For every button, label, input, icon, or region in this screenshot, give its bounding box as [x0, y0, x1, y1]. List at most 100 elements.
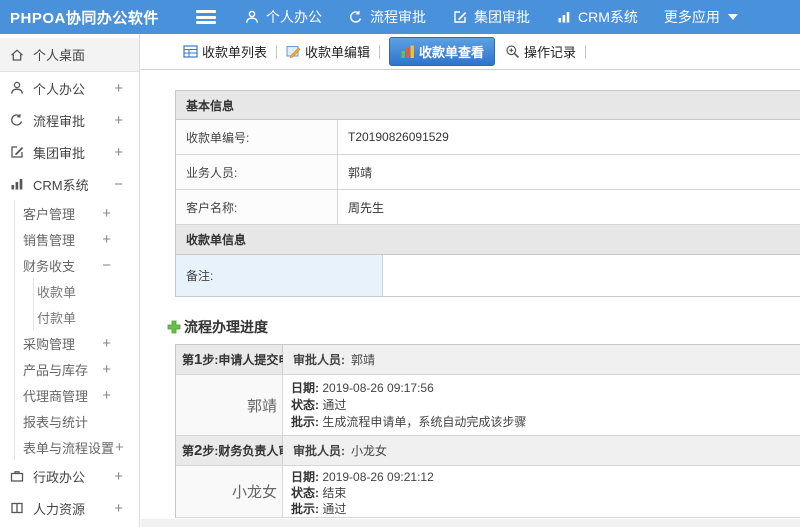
approver-name: 郭靖 — [351, 353, 376, 367]
sidebar-item-form-process-settings[interactable]: 表单与流程设置 + — [15, 434, 139, 460]
sidebar-item-label: 个人桌面 — [33, 48, 86, 63]
expand-toggle[interactable]: + — [102, 387, 111, 404]
field-label: 业务人员: — [176, 155, 338, 189]
sidebar-item-label: 个人办公 — [33, 81, 86, 97]
sidebar-item-agent-mgmt[interactable]: 代理商管理 + — [15, 382, 139, 408]
sidebar: 个人桌面 个人办公 + 流程审批 + 集团审批 + CRM系统 − 客户管理 +… — [0, 34, 140, 527]
step-detail-cell: 日期: 2019-08-26 09:21:12 状态: 结束 批示: 通过 — [283, 466, 800, 517]
collapse-toggle[interactable]: − — [114, 176, 123, 193]
sidebar-item-admin-office[interactable]: 行政办公 + — [0, 460, 139, 492]
sidebar-item-label: 收款单 — [37, 284, 77, 300]
section-header-receipt-info: 收款单信息 — [176, 225, 800, 255]
topnav-process-approval[interactable]: 流程审批 — [348, 7, 426, 27]
book-icon — [9, 500, 25, 516]
sidebar-item-label: 行政办公 — [33, 469, 86, 485]
sidebar-item-group-approval[interactable]: 集团审批 + — [0, 136, 139, 168]
person-icon — [244, 9, 260, 25]
sidebar-item-label: 代理商管理 — [23, 388, 89, 404]
expand-toggle[interactable]: + — [102, 361, 111, 378]
tab-label: 收款单编辑 — [305, 45, 371, 60]
sidebar-item-personal-office[interactable]: 个人办公 + — [0, 72, 139, 104]
expand-toggle[interactable]: + — [102, 205, 111, 222]
tab-operation-log[interactable]: 操作记录 — [505, 42, 576, 61]
sidebar-item-label: 采购管理 — [23, 336, 76, 352]
expand-toggle[interactable]: + — [102, 335, 111, 352]
sidebar-item-sales-mgmt[interactable]: 销售管理 + — [15, 226, 139, 252]
customer-name-value: 周先生 — [348, 200, 385, 215]
field-label: 客户名称: — [176, 190, 338, 224]
step-detail-row: 郭靖 日期: 2019-08-26 09:17:56 状态: 通过 批示: 生成… — [176, 375, 800, 436]
topnav-crm[interactable]: CRM系统 — [556, 7, 638, 27]
process-arrow-icon — [348, 9, 364, 25]
hamburger-menu-icon[interactable] — [196, 10, 216, 24]
step-approver-cell: 审批人员: 小龙女 — [283, 436, 800, 465]
expand-toggle[interactable]: + — [102, 231, 111, 248]
tab-separator — [379, 44, 381, 59]
tab-receipt-view-active[interactable]: 收款单查看 — [389, 37, 496, 66]
step-header-row: 第 2 步:财务负责人审批 审批人员: 小龙女 — [176, 436, 800, 466]
detail-comment-line: 批示: 生成流程申请单，系统自动完成该步骤 — [291, 415, 527, 429]
sidebar-item-label: 集团审批 — [33, 145, 86, 161]
step-header-row: 第 1 步:申请人提交申请 审批人员: 郭靖 — [176, 345, 800, 375]
sidebar-item-hr[interactable]: 人力资源 + — [0, 492, 139, 524]
expand-toggle[interactable]: + — [114, 144, 123, 161]
expand-toggle[interactable]: + — [115, 439, 124, 456]
remark-label: 备注: — [176, 255, 383, 296]
sidebar-item-process-approval[interactable]: 流程审批 + — [0, 104, 139, 136]
sidebar-item-personal-desktop[interactable]: 个人桌面 — [0, 38, 139, 72]
table-list-icon — [183, 44, 198, 59]
sidebar-item-reports-stats[interactable]: 报表与统计 — [15, 408, 139, 434]
topnav-group-approval[interactable]: 集团审批 — [452, 7, 530, 27]
sidebar-item-label: CRM系统 — [33, 177, 89, 193]
receipt-number-value: T20190826091529 — [348, 130, 449, 144]
topnav-label: 集团审批 — [474, 9, 530, 25]
expand-toggle[interactable]: + — [114, 468, 123, 485]
app-logo: PHPOA协同办公软件 — [10, 9, 159, 27]
expand-toggle[interactable]: + — [114, 80, 123, 97]
main-content: 基本信息 收款单编号: T20190826091529 业务人员: 郭靖 客户名… — [141, 71, 800, 527]
tab-receipt-edit[interactable]: 收款单编辑 — [286, 42, 370, 61]
topnav-label: CRM系统 — [578, 9, 638, 25]
sidebar-item-label: 产品与库存 — [23, 362, 89, 378]
step-number-cell: 第 1 步:申请人提交申请 — [176, 345, 302, 374]
table-row: 客户名称: 周先生 — [176, 190, 800, 225]
tab-separator — [276, 44, 278, 59]
sidebar-item-finance[interactable]: 财务收支 − — [15, 252, 139, 278]
sidebar-item-label: 客户管理 — [23, 206, 76, 222]
approver-name-cell: 小龙女 — [176, 466, 283, 517]
sidebar-item-payment[interactable]: 付款单 — [34, 304, 139, 330]
tab-receipt-list[interactable]: 收款单列表 — [183, 42, 267, 61]
sidebar-item-label: 销售管理 — [23, 232, 76, 248]
process-progress-title: 流程办理进度 — [167, 317, 268, 337]
sidebar-item-customer-mgmt[interactable]: 客户管理 + — [15, 200, 139, 226]
tab-separator — [585, 44, 587, 59]
detail-comment-line: 批示: 通过 — [291, 502, 347, 516]
tab-label: 收款单列表 — [202, 45, 268, 60]
app-window: PHPOA协同办公软件 个人办公 流程审批 集团审批 CRM系统 更多应用 个人… — [0, 0, 800, 527]
briefcase-icon — [9, 468, 25, 484]
table-row: 备注: — [176, 255, 800, 297]
collapse-toggle[interactable]: − — [102, 257, 111, 274]
step-detail-cell: 日期: 2019-08-26 09:17:56 状态: 通过 批示: 生成流程申… — [283, 375, 800, 435]
approver-label: 审批人员: — [293, 353, 345, 367]
topnav-label: 流程审批 — [370, 9, 426, 25]
green-plus-icon — [167, 320, 181, 334]
person-icon — [9, 80, 25, 96]
sidebar-item-product-inventory[interactable]: 产品与库存 + — [15, 356, 139, 382]
topnav-personal-office[interactable]: 个人办公 — [244, 7, 322, 27]
bar-chart-icon — [9, 176, 25, 192]
chevron-down-icon — [727, 14, 738, 20]
sidebar-item-purchase-mgmt[interactable]: 采购管理 + — [15, 330, 139, 356]
expand-toggle[interactable]: + — [114, 500, 123, 517]
topnav-more-apps[interactable]: 更多应用 — [664, 7, 738, 27]
salesperson-value: 郭靖 — [348, 165, 373, 180]
tab-bar: 收款单列表 收款单编辑 收款单查看 操作记录 — [141, 34, 800, 70]
approver-label: 审批人员: — [293, 444, 345, 458]
expand-toggle[interactable]: + — [114, 112, 123, 129]
edit-square-icon — [9, 144, 25, 160]
magnifier-plus-icon — [505, 44, 520, 59]
sidebar-item-crm[interactable]: CRM系统 − — [0, 168, 139, 200]
sidebar-item-receipt[interactable]: 收款单 — [34, 278, 139, 304]
receipt-detail-table: 基本信息 收款单编号: T20190826091529 业务人员: 郭靖 客户名… — [175, 90, 800, 297]
topnav-label: 个人办公 — [266, 9, 322, 25]
